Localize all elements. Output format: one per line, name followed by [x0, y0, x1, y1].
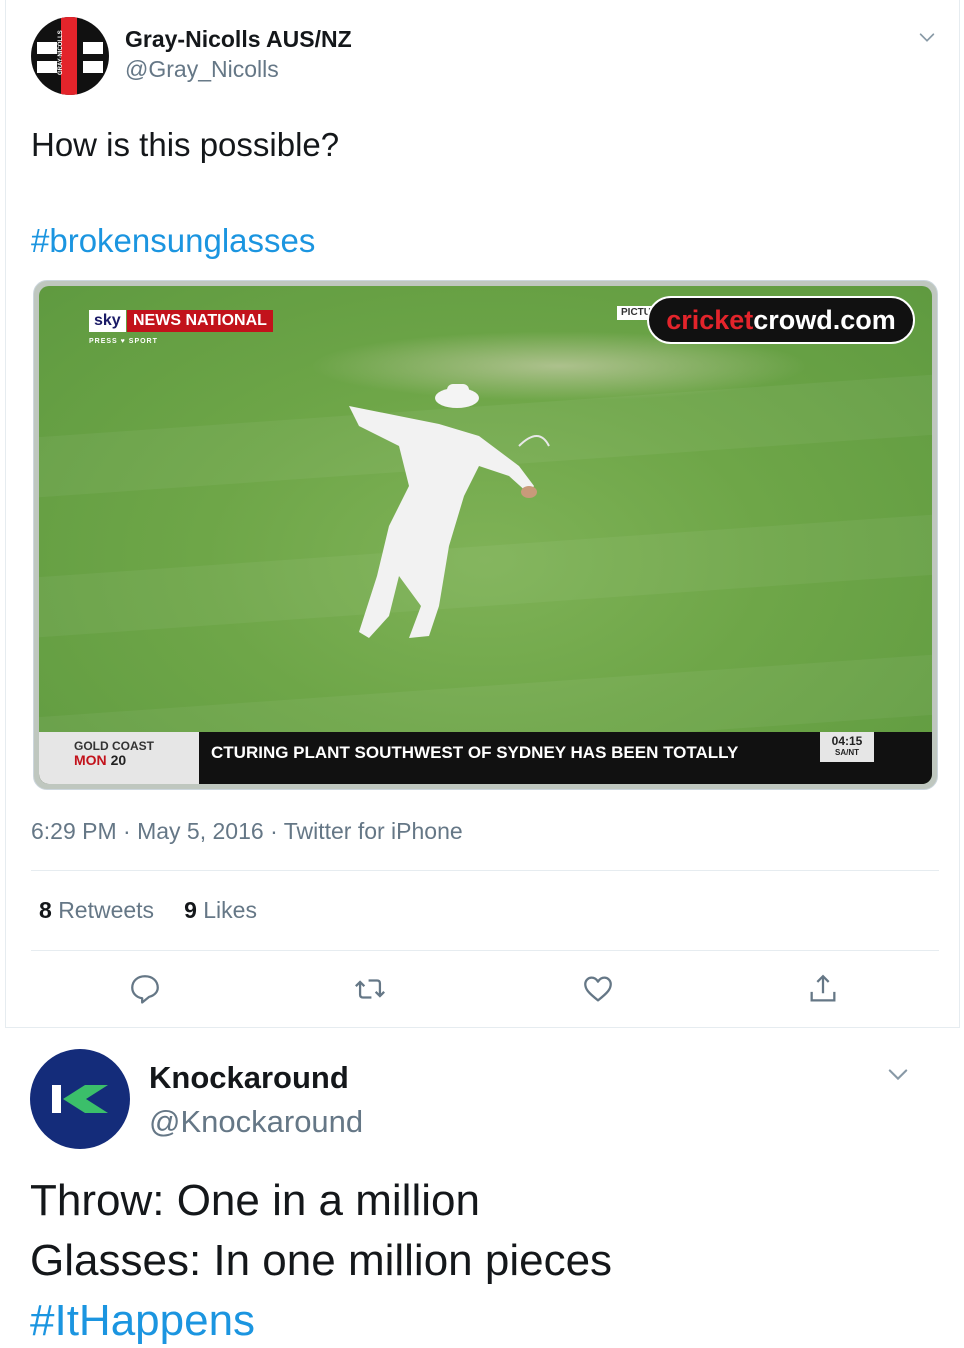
like-count-link[interactable]: 9 Likes	[184, 897, 257, 923]
divider	[31, 950, 939, 951]
chevron-down-icon[interactable]	[916, 26, 938, 48]
reply-icon[interactable]	[128, 972, 162, 1006]
news-ticker: CTURING PLANT SOUTHWEST OF SYDNEY HAS BE…	[211, 743, 739, 762]
retweet-icon[interactable]	[353, 972, 387, 1006]
user-handle[interactable]: @Knockaround	[149, 1104, 363, 1140]
location-line1: GOLD COAST	[74, 739, 154, 753]
tweet-text-line1: Throw: One in a million	[30, 1176, 480, 1225]
watermark-logo: cricketcrowd.com	[647, 296, 915, 344]
location-line2: MON 20	[74, 752, 127, 768]
ticker-bar: GOLD COAST MON 20 CTURING PLANT SOUTHWES…	[39, 732, 932, 784]
location-box: GOLD COAST MON 20	[39, 732, 199, 784]
fielder-figure	[349, 384, 550, 638]
user-handle[interactable]: @Gray_Nicolls	[125, 56, 279, 83]
sub-label: PRESS ♥ SPORT	[89, 338, 158, 345]
heart-icon[interactable]	[581, 972, 615, 1006]
tweet-timestamp[interactable]: 6:29 PM · May 5, 2016 · Twitter for iPho…	[31, 818, 463, 845]
retweet-count-link[interactable]: 8 Retweets	[39, 897, 154, 923]
display-name[interactable]: Knockaround	[149, 1060, 349, 1096]
avatar-logo-text: GRAY-NICOLLS	[58, 30, 64, 75]
video-frame: sky NEWS NATIONAL PRESS ♥ SPORT PICTUR c…	[39, 286, 932, 784]
hashtag-link[interactable]: #ItHappens	[30, 1296, 255, 1346]
knockaround-logo-icon	[52, 1085, 108, 1113]
avatar[interactable]: GRAY-NICOLLS	[31, 17, 109, 95]
tweet-text: How is this possible?	[31, 126, 340, 163]
avatar[interactable]	[30, 1049, 130, 1149]
clock: 04:15 SA/NT	[820, 732, 874, 762]
tweet-media-video[interactable]: sky NEWS NATIONAL PRESS ♥ SPORT PICTUR c…	[33, 280, 938, 790]
sky-logo: sky	[89, 310, 126, 332]
tweet-text-line2: Glasses: In one million pieces	[30, 1236, 613, 1285]
display-name[interactable]: Gray-Nicolls AUS/NZ	[125, 26, 352, 53]
divider	[31, 870, 939, 871]
chevron-down-icon[interactable]	[884, 1060, 912, 1088]
tweet-stats: 8 Retweets 9 Likes	[39, 897, 257, 924]
hashtag-link[interactable]: #brokensunglasses	[31, 222, 315, 260]
share-icon[interactable]	[806, 972, 840, 1006]
channel-label: NEWS NATIONAL	[127, 310, 273, 332]
tweet-card-gray-nicolls[interactable]: GRAY-NICOLLS Gray-Nicolls AUS/NZ @Gray_N…	[5, 0, 960, 1028]
